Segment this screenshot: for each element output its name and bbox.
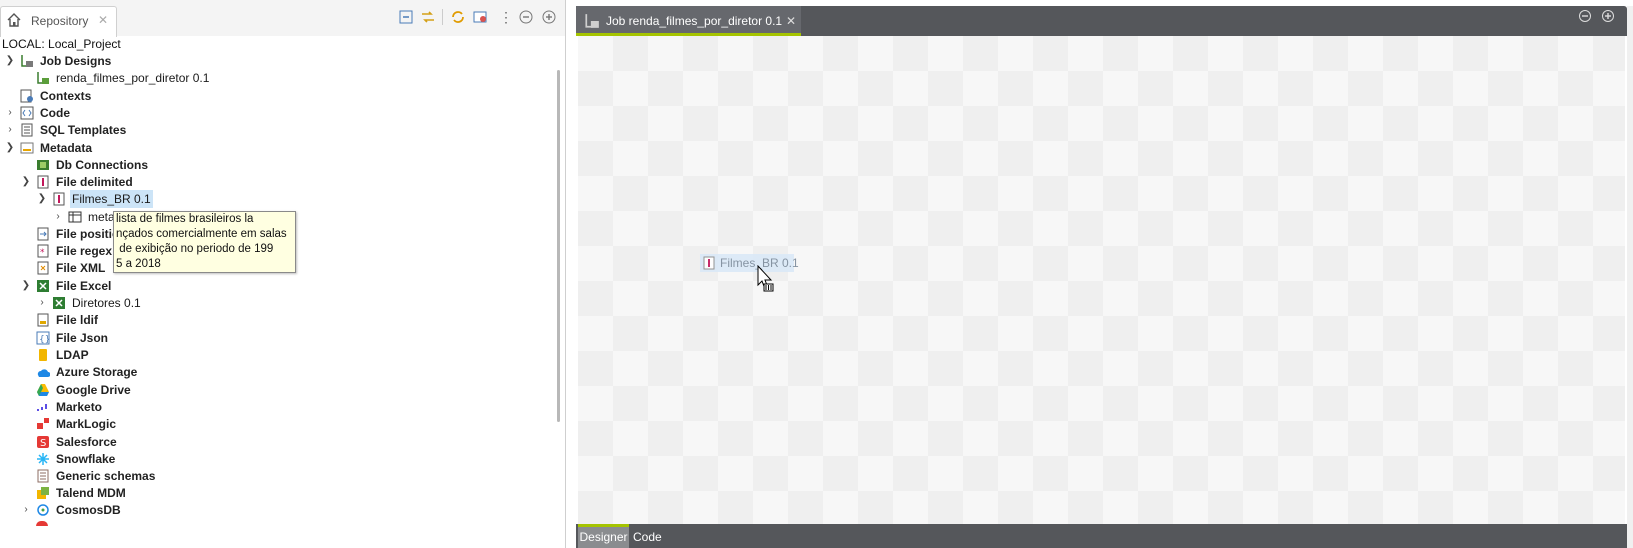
- close-icon[interactable]: ✕: [98, 13, 108, 27]
- file-positional-icon: [37, 227, 49, 241]
- tab-designer[interactable]: Designer: [578, 524, 629, 548]
- tooltip-line: 5 a 2018: [116, 258, 161, 270]
- view-menu-icon[interactable]: ⋮: [498, 9, 514, 25]
- chevron-down-icon[interactable]: ❯: [37, 190, 47, 208]
- repository-tab[interactable]: Repository ✕: [0, 6, 117, 37]
- marklogic-icon: [37, 418, 49, 429]
- tooltip-line: lista de filmes brasileiros la: [116, 213, 254, 225]
- job-icon: [585, 14, 599, 28]
- chevron-right-icon[interactable]: ›: [5, 104, 15, 122]
- chevron-down-icon[interactable]: ❯: [21, 277, 31, 295]
- editor-bottom-bar: [576, 524, 1627, 548]
- svg-text:{}: {}: [39, 335, 50, 345]
- job-icon: [37, 72, 49, 84]
- db-connections-icon: [37, 160, 49, 170]
- filter-icon[interactable]: [472, 9, 488, 25]
- metadata-icon: [20, 142, 34, 154]
- salesforce-icon: S: [37, 436, 49, 449]
- toolbar-divider: [442, 9, 443, 25]
- generic-schemas-icon: [37, 469, 49, 483]
- tab-code[interactable]: Code: [633, 527, 662, 547]
- chevron-right-icon[interactable]: ›: [37, 294, 47, 312]
- chevron-right-icon[interactable]: ›: [5, 121, 15, 139]
- refresh-icon[interactable]: [450, 9, 466, 25]
- next-item-icon: [36, 521, 48, 526]
- chevron-down-icon[interactable]: ❯: [5, 139, 15, 157]
- pointer-cursor-icon: [757, 265, 774, 292]
- repository-tab-label: Repository: [31, 14, 89, 28]
- file-ldif-icon: [37, 313, 49, 327]
- svg-text:*: *: [40, 248, 45, 258]
- file-json-icon: {}: [36, 331, 50, 345]
- tooltip-line: de exibição no periodo de 199: [116, 243, 274, 255]
- maximize-icon[interactable]: [1601, 9, 1615, 23]
- table-icon: [68, 211, 82, 223]
- chevron-down-icon[interactable]: ❯: [21, 173, 31, 191]
- minimize-icon[interactable]: [518, 9, 534, 25]
- file-delimited-icon: [37, 175, 49, 189]
- chevron-right-icon[interactable]: ›: [53, 208, 63, 226]
- tab-job-label: Job renda_filmes_por_diretor 0.1: [606, 14, 783, 28]
- ldap-icon: [39, 349, 47, 361]
- talend-mdm-icon: [37, 487, 49, 499]
- home-icon: [7, 13, 21, 27]
- file-excel-icon: [53, 297, 65, 309]
- file-excel-icon: [37, 280, 49, 292]
- google-drive-icon: [37, 384, 49, 396]
- scrollbar[interactable]: [557, 70, 560, 422]
- marketo-icon: [37, 404, 47, 411]
- file-xml-icon: [37, 261, 49, 275]
- tooltip-line: nçados comercialmente em salas: [116, 228, 287, 240]
- file-regex-icon: *: [37, 244, 49, 258]
- sql-templates-icon: [21, 123, 33, 137]
- tab-job[interactable]: Job renda_filmes_por_diretor 0.1 ✕: [576, 6, 801, 36]
- chevron-down-icon[interactable]: ❯: [5, 52, 15, 70]
- code-icon: [20, 106, 34, 120]
- link-with-editor-icon[interactable]: [420, 9, 436, 25]
- job-designs-icon: [21, 55, 33, 67]
- file-delimited-icon: [53, 192, 65, 206]
- cosmosdb-icon: [37, 504, 49, 516]
- panel-edge: [1627, 6, 1633, 548]
- file-delimited-icon: [703, 256, 715, 270]
- collapse-all-icon[interactable]: [398, 9, 414, 25]
- project-label: LOCAL: Local_Project: [2, 37, 121, 51]
- snowflake-icon: [37, 453, 49, 465]
- tooltip: lista de filmes brasileiros la nçados co…: [113, 211, 296, 273]
- close-icon[interactable]: ✕: [786, 14, 796, 28]
- designer-canvas[interactable]: [578, 36, 1625, 526]
- minimize-icon[interactable]: [1578, 9, 1592, 23]
- azure-storage-icon: [37, 369, 50, 377]
- dragged-metadata-item[interactable]: Filmes_BR 0.1: [700, 254, 799, 272]
- maximize-icon[interactable]: [541, 9, 557, 25]
- chevron-right-icon[interactable]: ›: [21, 501, 31, 519]
- contexts-icon: [20, 89, 33, 103]
- svg-text:S: S: [40, 438, 46, 449]
- repository-tabbar: Repository ✕ ⋮: [0, 0, 565, 37]
